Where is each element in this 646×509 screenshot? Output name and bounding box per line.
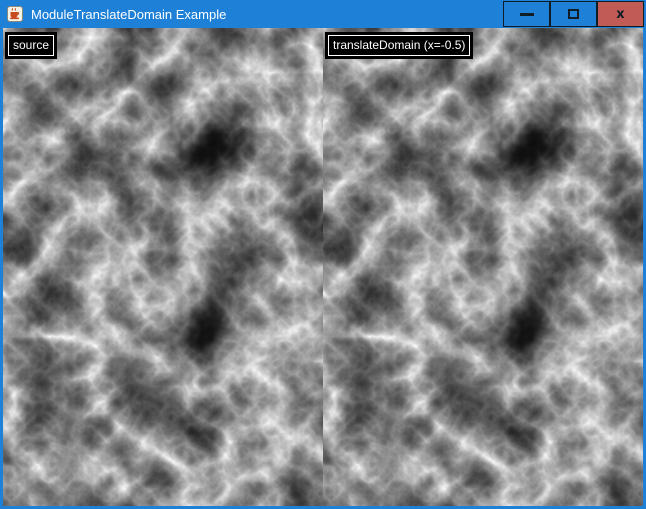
panel-label-source-text: source — [13, 38, 49, 52]
window-title: ModuleTranslateDomain Example — [31, 7, 226, 22]
panel-source: source — [3, 28, 323, 506]
panel-label-translate-domain-text: translateDomain (x=-0.5) — [333, 38, 465, 52]
noise-image-translated — [323, 28, 643, 506]
java-coffee-cup-icon — [7, 6, 23, 22]
close-button[interactable]: x — [597, 1, 644, 27]
app-window: ModuleTranslateDomain Example x source t… — [0, 0, 646, 509]
maximize-button[interactable] — [550, 1, 597, 27]
noise-image-source — [3, 28, 323, 506]
panel-translate-domain: translateDomain (x=-0.5) — [323, 28, 643, 506]
panel-label-translate-domain: translateDomain (x=-0.5) — [328, 35, 470, 56]
content-area: source translateDomain (x=-0.5) — [3, 28, 643, 506]
close-icon: x — [616, 8, 624, 21]
titlebar[interactable]: ModuleTranslateDomain Example x — [0, 0, 646, 28]
maximize-icon — [568, 9, 579, 19]
minimize-button[interactable] — [503, 1, 550, 27]
window-controls: x — [503, 1, 644, 27]
panel-label-source: source — [8, 35, 54, 56]
minimize-icon — [520, 13, 534, 16]
